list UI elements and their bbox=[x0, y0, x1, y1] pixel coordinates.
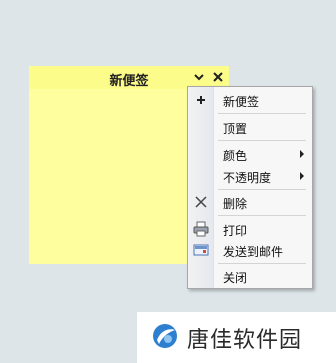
menu-item-close[interactable]: 关闭 bbox=[188, 265, 312, 287]
menu-item-print[interactable]: 打印 bbox=[188, 218, 312, 240]
menu-item-label: 发送到邮件 bbox=[223, 245, 284, 259]
menu-item-color[interactable]: 颜色 bbox=[188, 143, 312, 165]
chevron-down-icon[interactable] bbox=[191, 69, 207, 85]
close-icon[interactable] bbox=[210, 69, 226, 85]
menu-separator bbox=[218, 263, 306, 264]
menu-item-label: 不透明度 bbox=[223, 171, 272, 185]
menu-item-new-note[interactable]: 新便签 bbox=[188, 89, 312, 111]
watermark-logo-icon bbox=[151, 322, 179, 350]
mail-icon bbox=[192, 241, 210, 259]
watermark: 唐佳软件园 bbox=[137, 312, 336, 363]
menu-item-label: 颜色 bbox=[223, 149, 248, 163]
submenu-arrow-icon bbox=[300, 150, 304, 158]
menu-separator bbox=[218, 189, 306, 190]
submenu-arrow-icon bbox=[300, 172, 304, 180]
menu-item-delete[interactable]: 删除 bbox=[188, 191, 312, 213]
watermark-text: 唐佳软件园 bbox=[187, 328, 303, 353]
menu-item-opacity[interactable]: 不透明度 bbox=[188, 165, 312, 187]
menu-item-send-email[interactable]: 发送到邮件 bbox=[188, 239, 312, 261]
menu-item-label: 新便签 bbox=[223, 95, 260, 109]
menu-item-label: 删除 bbox=[223, 197, 248, 211]
menu-item-label: 打印 bbox=[223, 224, 248, 238]
menu-item-label: 关闭 bbox=[223, 271, 248, 285]
plus-icon bbox=[192, 91, 210, 109]
menu-separator bbox=[218, 140, 306, 141]
menu-separator bbox=[218, 215, 306, 216]
menu-item-label: 顶置 bbox=[223, 122, 248, 136]
menu-separator bbox=[218, 113, 306, 114]
printer-icon bbox=[192, 220, 210, 238]
menu-item-pin-top[interactable]: 顶置 bbox=[188, 116, 312, 138]
context-menu: 新便签 顶置 颜色 不透明度 删除 打印 发送到邮件 关闭 bbox=[187, 86, 313, 289]
delete-x-icon bbox=[192, 193, 210, 211]
